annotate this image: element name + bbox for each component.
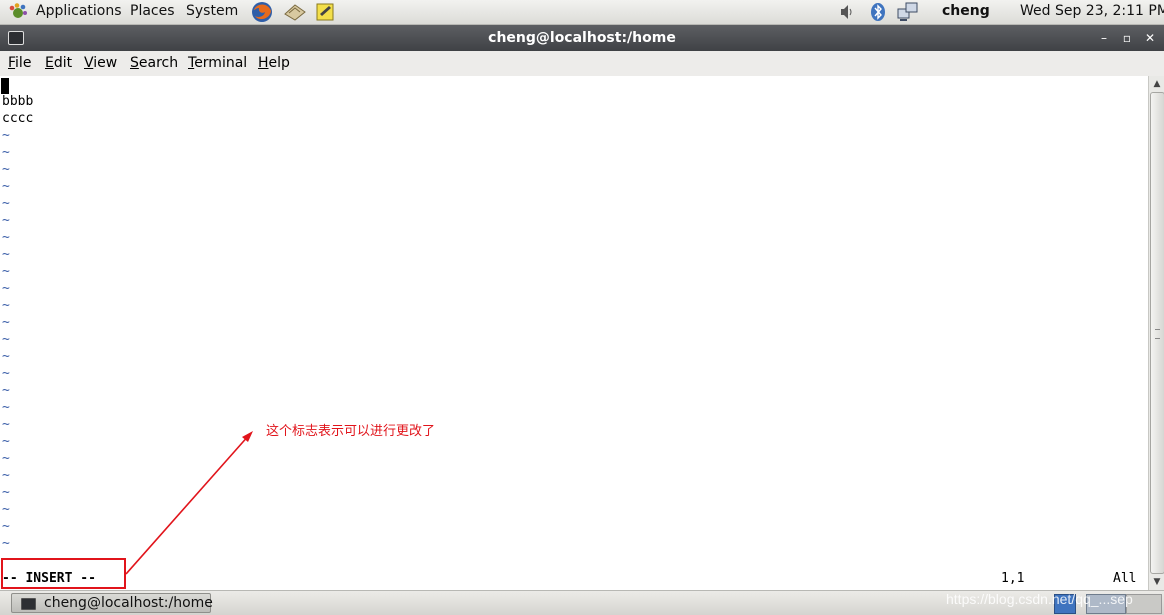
tilde-marker: ~ <box>2 485 10 500</box>
username[interactable]: cheng <box>942 3 990 20</box>
cursor-position: 1,1 <box>1001 571 1025 586</box>
menu-terminal[interactable]: Terminal <box>188 55 247 71</box>
mail-icon[interactable] <box>283 2 307 22</box>
bluetooth-icon[interactable] <box>870 2 886 22</box>
tilde-marker: ~ <box>2 383 10 398</box>
applications-menu[interactable]: Applications <box>36 3 122 20</box>
taskbar-window-button[interactable]: cheng@localhost:/home <box>11 593 213 613</box>
tilde-marker: ~ <box>2 145 10 160</box>
scrollbar-thumb[interactable] <box>1150 92 1164 574</box>
tilde-marker: ~ <box>2 196 10 211</box>
gnome-foot-icon[interactable] <box>8 2 28 22</box>
tilde-marker: ~ <box>2 281 10 296</box>
maximize-button[interactable]: ▫ <box>1118 29 1136 47</box>
volume-icon[interactable] <box>839 2 855 22</box>
tilde-marker: ~ <box>2 247 10 262</box>
tilde-marker: ~ <box>2 332 10 347</box>
scroll-indicator: All <box>1113 571 1137 586</box>
menubar: File Edit View Search Terminal Help <box>0 51 1164 77</box>
menu-edit[interactable]: Edit <box>45 55 72 71</box>
terminal-icon <box>21 598 36 610</box>
annotation-highlight-box <box>1 558 126 589</box>
clock[interactable]: Wed Sep 23, 2:11 PM <box>1020 3 1164 20</box>
tilde-marker: ~ <box>2 162 10 177</box>
tilde-marker: ~ <box>2 315 10 330</box>
tilde-marker: ~ <box>2 451 10 466</box>
menu-search[interactable]: Search <box>130 55 178 71</box>
editor-line: cccc <box>2 111 34 126</box>
places-menu[interactable]: Places <box>130 3 175 20</box>
tilde-marker: ~ <box>2 400 10 415</box>
minimize-button[interactable]: – <box>1095 29 1113 47</box>
taskbar-window-label: cheng@localhost:/home <box>44 595 213 611</box>
tilde-marker: ~ <box>2 298 10 313</box>
grip-icon <box>1155 329 1160 339</box>
vertical-scrollbar[interactable]: ▲ ▼ <box>1148 76 1164 590</box>
window-titlebar[interactable]: cheng@localhost:/home – ▫ ✕ <box>0 25 1164 51</box>
menu-file[interactable]: File <box>8 55 31 71</box>
window-title: cheng@localhost:/home <box>488 30 676 46</box>
notes-icon[interactable] <box>315 2 337 22</box>
scroll-down-arrow-icon[interactable]: ▼ <box>1150 575 1164 589</box>
bottom-panel: cheng@localhost:/home https://blog.csdn.… <box>0 590 1164 615</box>
tilde-marker: ~ <box>2 417 10 432</box>
top-panel: Applications Places System cheng Wed Sep… <box>0 0 1164 25</box>
tilde-marker: ~ <box>2 213 10 228</box>
tilde-marker: ~ <box>2 366 10 381</box>
tilde-marker: ~ <box>2 349 10 364</box>
tilde-marker: ~ <box>2 264 10 279</box>
menu-help[interactable]: Help <box>258 55 290 71</box>
tilde-marker: ~ <box>2 519 10 534</box>
network-icon[interactable] <box>897 2 919 22</box>
system-menu[interactable]: System <box>186 3 238 20</box>
tilde-marker: ~ <box>2 434 10 449</box>
menu-view[interactable]: View <box>84 55 117 71</box>
tilde-marker: ~ <box>2 230 10 245</box>
tilde-marker: ~ <box>2 179 10 194</box>
annotation-text: 这个标志表示可以进行更改了 <box>266 424 436 439</box>
tilde-marker: ~ <box>2 128 10 143</box>
close-button[interactable]: ✕ <box>1141 29 1159 47</box>
firefox-icon[interactable] <box>251 1 273 23</box>
tilde-marker: ~ <box>2 468 10 483</box>
tilde-marker: ~ <box>2 502 10 517</box>
editor-line: bbbb <box>2 94 34 109</box>
scroll-up-arrow-icon[interactable]: ▲ <box>1150 77 1164 91</box>
watermark: https://blog.csdn.net/qq_...sep <box>946 591 1133 607</box>
text-cursor <box>1 78 9 94</box>
terminal-area[interactable]: bbbb cccc ~ ~ ~ ~ ~ ~ ~ ~ ~ ~ ~ ~ ~ ~ ~ ~ ~ ~ ~ ~ ~ ~ ~ ~ ~ -- I… <box>0 76 1148 590</box>
tilde-marker: ~ <box>2 536 10 551</box>
